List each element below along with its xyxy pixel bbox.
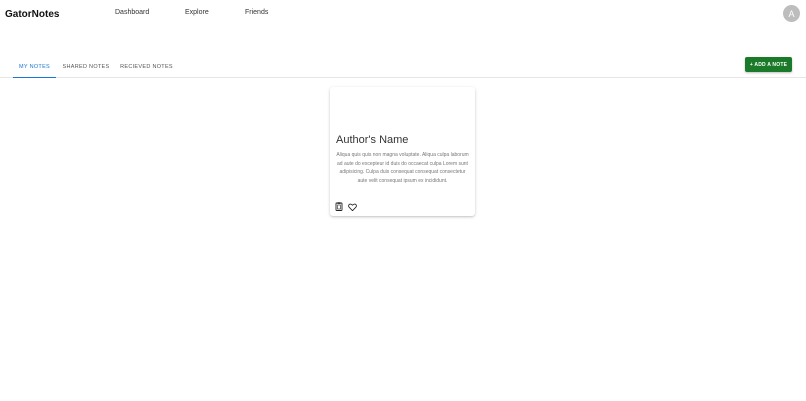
tab-received-notes[interactable]: RECIEVED NOTES [116,56,177,78]
avatar[interactable]: A [783,5,800,22]
add-note-button[interactable]: + ADD A NOTE [745,57,792,72]
note-card[interactable]: Author's Name Aliqua quis quis non magna… [330,87,475,216]
nav-friends[interactable]: Friends [245,9,268,16]
nav-dashboard[interactable]: Dashboard [115,9,149,16]
card-body-text: Aliqua quis quis non magna voluptate. Al… [336,152,469,184]
card-author-name: Author's Name [336,134,409,146]
notes-tabs: MY NOTES SHARED NOTES RECIEVED NOTES [0,56,806,78]
nav-explore[interactable]: Explore [185,9,209,16]
card-actions [334,202,357,214]
clipboard-icon[interactable] [334,202,343,211]
heart-icon[interactable] [348,202,357,211]
top-app-bar: GatorNotes Dashboard Explore Friends A [0,0,806,30]
brand-logo[interactable]: GatorNotes [5,9,59,20]
tab-shared-notes[interactable]: SHARED NOTES [58,56,114,78]
tab-my-notes[interactable]: MY NOTES [13,56,56,78]
clipboard-icon-svg [335,202,342,211]
heart-icon-svg [348,203,357,211]
